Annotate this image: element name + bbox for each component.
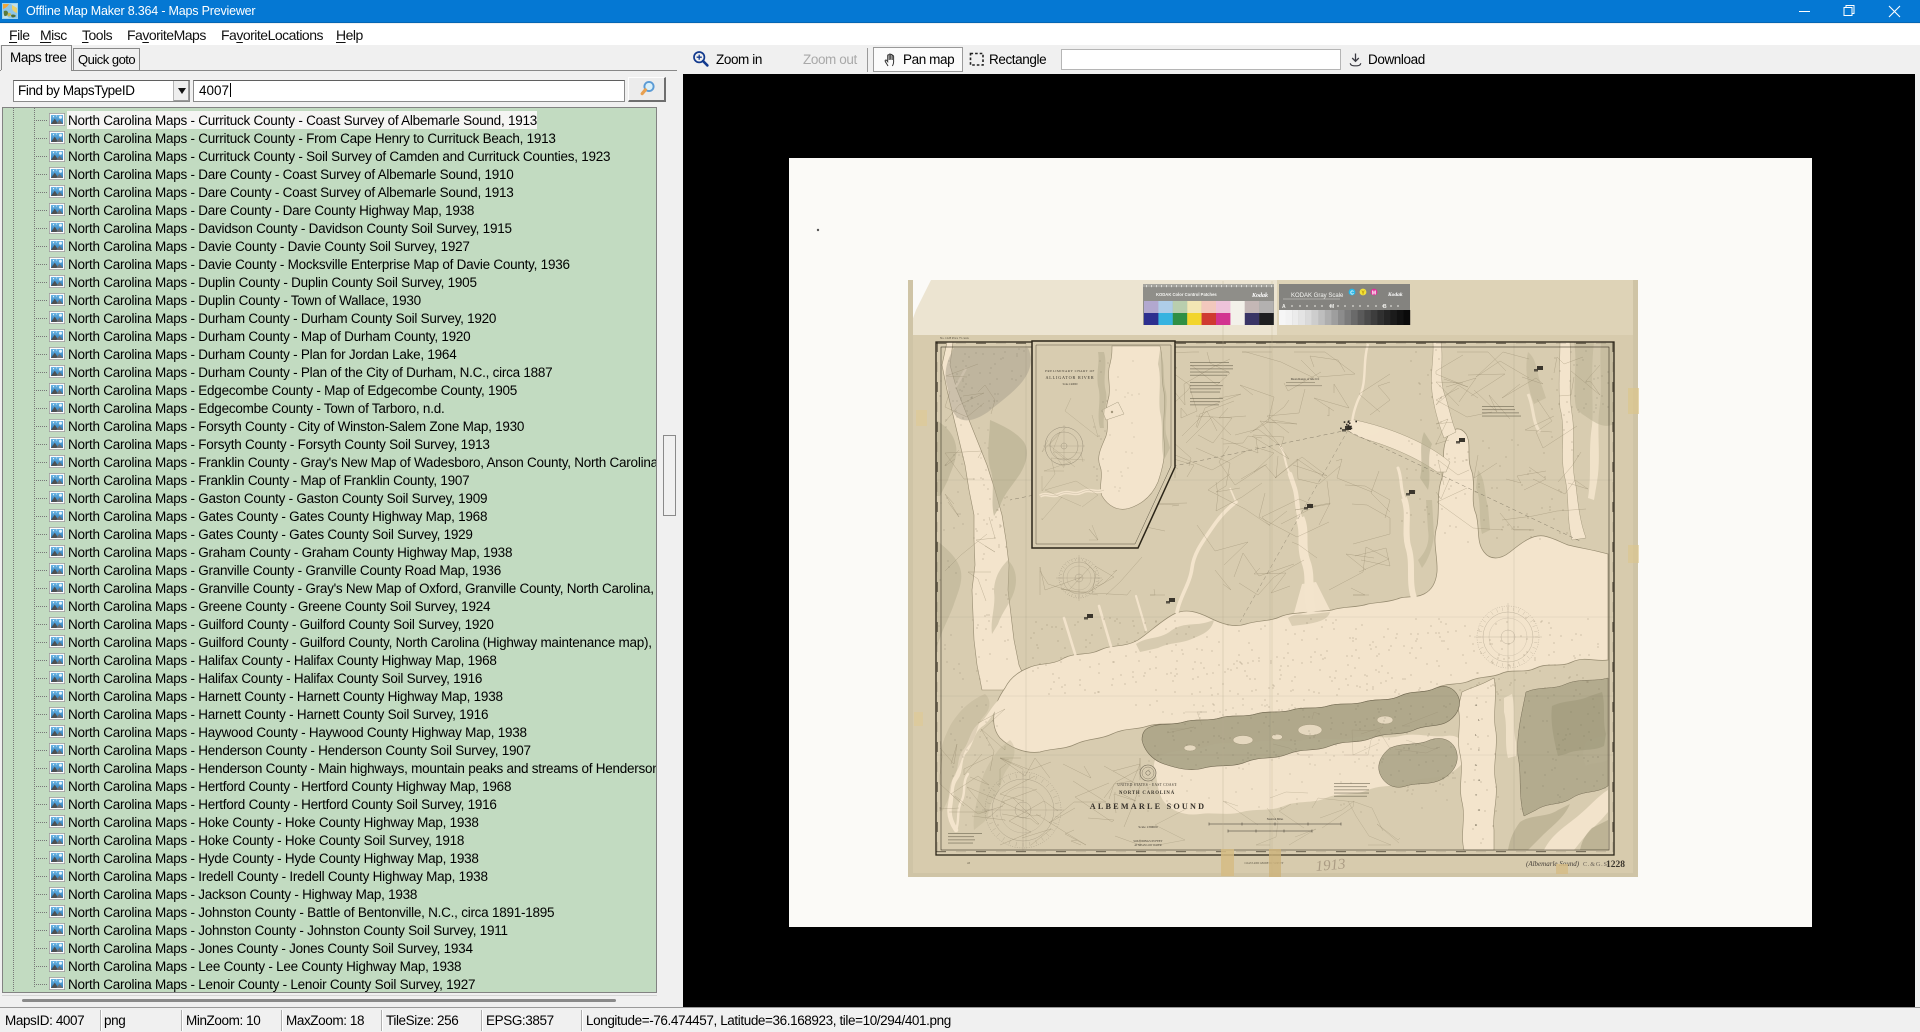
svg-text:43: 43 [967,861,971,865]
svg-text:Mean Range of tide 6 ft: Mean Range of tide 6 ft [1291,377,1320,381]
svg-text:PRELIMINARY CHART OF: PRELIMINARY CHART OF [1045,369,1095,373]
svg-text:Scale 1:80000: Scale 1:80000 [1138,825,1158,829]
svg-text:A: A [1282,304,1286,310]
svg-text:L: L [1478,718,1480,722]
svg-text:AT MEAN LOW WATER: AT MEAN LOW WATER [1134,844,1161,847]
svg-text:ALBEMARLE SOUND: ALBEMARLE SOUND [1090,802,1206,811]
svg-text:L: L [1475,733,1477,737]
svg-text:Kodak: Kodak [1251,293,1268,299]
svg-text:Kodak: Kodak [1387,292,1403,298]
svg-text:SOUNDINGS IN FEET: SOUNDINGS IN FEET [1133,839,1162,843]
svg-text:ALLIGATOR RIVER: ALLIGATOR RIVER [1045,375,1094,380]
svg-text:C: C [1350,290,1354,296]
svg-text:1913: 1913 [1315,856,1346,875]
svg-text:Scale 1:40000: Scale 1:40000 [1063,383,1078,386]
svg-text:KODAK Color Control Patches: KODAK Color Control Patches [1156,292,1217,297]
svg-text:No. 1228 Price 75 cents: No. 1228 Price 75 cents [940,336,970,340]
svg-text:1228: 1228 [1606,860,1625,870]
svg-text:B: B [1383,304,1387,310]
svg-text:M: M [1330,304,1334,310]
svg-text:UNITED STATES - EAST COAST: UNITED STATES - EAST COAST [1117,783,1177,787]
svg-text:NORTH CAROLINA: NORTH CAROLINA [1119,791,1175,796]
svg-text:M: M [1372,290,1376,296]
svg-text:KODAK Gray Scale: KODAK Gray Scale [1291,293,1344,299]
svg-text:(Albemarle Sound): (Albemarle Sound) [1526,860,1580,868]
svg-text:Nautical Miles: Nautical Miles [1267,818,1284,821]
